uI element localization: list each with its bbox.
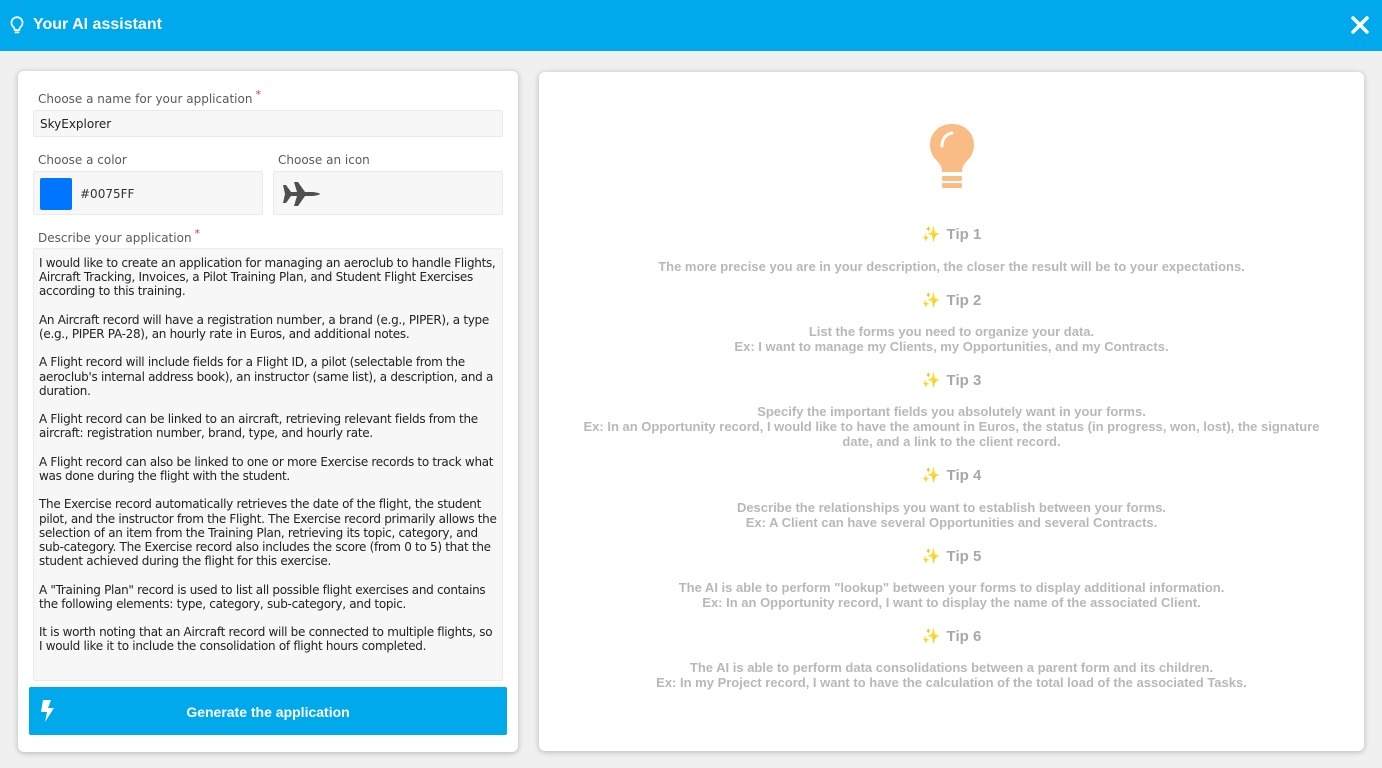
generate-button-label: Generate the application: [186, 704, 350, 720]
close-icon[interactable]: [1348, 13, 1372, 37]
tip-title: ✨ Tip 4: [539, 466, 1364, 484]
sparkles-icon: ✨: [921, 226, 941, 243]
tip-title-text: Tip 5: [942, 548, 982, 565]
tip-description: The AI is able to perform "lookup" betwe…: [579, 580, 1324, 610]
tip-title-text: Tip 1: [942, 226, 982, 243]
tip-line: Ex: In an Opportunity record, I want to …: [702, 595, 1201, 610]
application-form-panel: Choose a name for your application * SkyE…: [18, 71, 518, 752]
tip-description: List the forms you need to organize your…: [579, 324, 1324, 354]
app-name-label: Choose a name for your application *: [38, 88, 261, 106]
color-swatch[interactable]: [40, 178, 72, 210]
description-textarea[interactable]: I would like to create an application fo…: [33, 248, 503, 681]
color-label: Choose a color: [38, 153, 127, 167]
description-label: Describe your application *: [38, 227, 201, 245]
assistant-header: Your AI assistant: [0, 0, 1382, 51]
tip-description: Describe the relationships you want to e…: [579, 500, 1324, 530]
icon-label: Choose an icon: [278, 153, 370, 167]
tip-title-text: Tip 6: [942, 628, 982, 645]
sparkles-icon: ✨: [921, 372, 941, 389]
color-value: #0075FF: [80, 187, 135, 201]
tip-title: ✨ Tip 5: [539, 547, 1364, 565]
sparkles-icon: ✨: [921, 628, 941, 645]
sparkles-icon: ✨: [921, 467, 941, 484]
tip-title: ✨ Tip 2: [539, 291, 1364, 309]
tip-line: Describe the relationships you want to e…: [736, 500, 1167, 515]
tip-line: Ex: A Client can have several Opportunit…: [745, 515, 1158, 530]
lightbulb-icon: [930, 124, 974, 188]
tip-line: The more precise you are in your descrip…: [658, 259, 1245, 274]
tip-line: Ex: I want to manage my Clients, my Oppo…: [734, 339, 1169, 354]
tip-line: List the forms you need to organize your…: [808, 324, 1095, 339]
icon-picker[interactable]: [273, 171, 503, 215]
tip-line: The AI is able to perform "lookup" betwe…: [678, 580, 1225, 595]
color-picker[interactable]: #0075FF: [33, 171, 263, 215]
header-title: Your AI assistant: [33, 16, 162, 33]
tip-title-text: Tip 3: [942, 372, 982, 389]
tip-description: Specify the important fields you absolut…: [579, 404, 1324, 449]
sparkles-icon: ✨: [921, 292, 941, 309]
required-marker: *: [194, 227, 201, 240]
tip-description: The AI is able to perform data consolida…: [579, 660, 1324, 690]
tip-title: ✨ Tip 6: [539, 627, 1364, 645]
sparkles-icon: ✨: [921, 548, 941, 565]
tip-title: ✨ Tip 1: [539, 225, 1364, 243]
tip-line: Ex: In my Project record, I want to have…: [656, 675, 1247, 690]
tip-title: ✨ Tip 3: [539, 371, 1364, 389]
tips-panel: ✨ Tip 1 The more precise you are in your …: [539, 72, 1364, 751]
app-name-input[interactable]: SkyExplorer: [33, 110, 503, 137]
lightbulb-icon: [10, 16, 24, 34]
tip-title-text: Tip 2: [942, 292, 982, 309]
tip-line: Ex: In an Opportunity record, I would li…: [583, 419, 1320, 449]
required-marker: *: [255, 88, 261, 101]
tip-line: The AI is able to perform data consolida…: [689, 660, 1214, 675]
tip-line: Specify the important fields you absolut…: [757, 404, 1146, 419]
tip-title-text: Tip 4: [942, 467, 982, 484]
fighter-jet-icon: [281, 182, 320, 206]
generate-application-button[interactable]: Generate the application: [29, 687, 507, 735]
tip-description: The more precise you are in your descrip…: [579, 259, 1324, 274]
